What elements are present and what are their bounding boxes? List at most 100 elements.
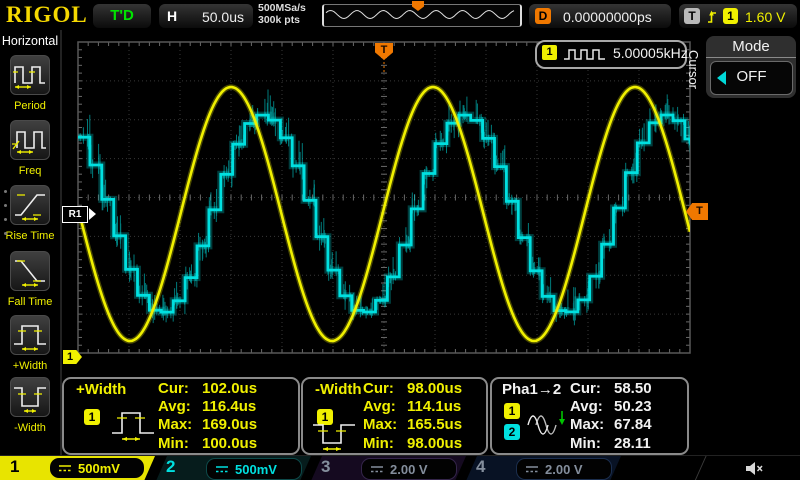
channel-scale: 500mV — [235, 462, 277, 477]
channel-status-bar: 1 500mV 2 500mV 3 — [0, 455, 800, 480]
cursor-tab: Cursor — [686, 50, 701, 89]
measure-key: Avg: — [363, 398, 407, 415]
sample-rate: 500MSa/s — [258, 3, 320, 15]
square-wave-icon — [562, 48, 610, 61]
sidebar-item-neg-width[interactable]: -Width — [0, 377, 60, 434]
dc-coupling-icon — [370, 465, 384, 474]
ref-marker-arrow-icon — [89, 208, 96, 220]
trigger-level-value: 1.60 V — [745, 9, 785, 25]
freq-source-badge: 1 — [542, 45, 557, 60]
dc-coupling-icon — [525, 465, 539, 474]
measure-key: Avg: — [570, 398, 614, 415]
channel-number: 4 — [476, 457, 485, 477]
menu-page-dot — [4, 218, 7, 221]
measure-value: 114.1us — [407, 398, 461, 415]
channel-scale-box: 500mV — [50, 458, 144, 478]
channel-3-button[interactable]: 3 2.00 V — [311, 456, 466, 480]
channel-scale: 2.00 V — [545, 462, 583, 477]
measure-value: 58.50 — [614, 380, 652, 397]
channel-1-button[interactable]: 1 500mV — [0, 456, 155, 480]
measurement-panel-neg-width: -Width 1 Cur:98.00us Avg:114.1us Max:165… — [301, 377, 488, 455]
measure-value: 67.84 — [614, 416, 652, 433]
ch2-badge: 2 — [504, 424, 520, 440]
trigger-status-badge: T'D — [92, 3, 152, 29]
measure-key: Cur: — [363, 380, 407, 397]
neg-width-icon — [10, 377, 50, 417]
ch1-badge: 1 — [504, 403, 520, 419]
trigger-badge[interactable]: T 1 1.60 V — [678, 3, 798, 29]
status-bar: RIGOL T'D H 50.0us 500MSa/s 300k pts D 0… — [0, 0, 800, 30]
ch1-badge: 1 — [84, 409, 100, 425]
measure-value: 116.4us — [202, 398, 256, 415]
h-label: H — [167, 8, 177, 24]
channel-scale-box: 2.00 V — [361, 458, 457, 480]
channel-4-button[interactable]: 4 2.00 V — [466, 456, 621, 480]
measure-key: Cur: — [158, 380, 202, 397]
measurement-panel-phase: Pha1→2 1 2 Cur:58.50 Avg:50.23 Max:67.84… — [490, 377, 689, 455]
measure-key: Min: — [363, 435, 407, 452]
menu-title: Horizontal — [0, 34, 60, 48]
fall-time-icon — [10, 251, 50, 291]
mode-title: Mode — [706, 38, 796, 58]
channel-number: 3 — [321, 457, 330, 477]
measure-key: Max: — [363, 416, 407, 433]
measure-value: 165.5us — [407, 416, 462, 433]
menu-page-dot — [4, 190, 7, 193]
sidebar-item-freq[interactable]: Freq — [0, 120, 60, 177]
channel-number: 1 — [10, 457, 19, 477]
mode-value: OFF — [711, 68, 792, 85]
measure-value: 28.11 — [614, 435, 651, 452]
speaker-muted-icon — [744, 460, 764, 477]
channel-2-button[interactable]: 2 500mV — [156, 456, 311, 480]
sidebar-item-label: +Width — [0, 360, 60, 372]
frequency-counter-badge: 1 5.00005kHz — [535, 40, 687, 69]
sidebar-item-fall-time[interactable]: Fall Time — [0, 251, 60, 308]
cursor-mode-panel: Mode OFF — [706, 36, 796, 98]
channel-scale: 500mV — [78, 461, 120, 476]
delay-value: 0.00000000ps — [563, 9, 652, 25]
phase-icon — [526, 405, 570, 443]
measurement-title: +Width — [76, 381, 126, 398]
measure-key: Min: — [158, 435, 202, 452]
channel-scale: 2.00 V — [390, 462, 428, 477]
measurement-title: -Width — [315, 381, 362, 398]
measure-key: Avg: — [158, 398, 202, 415]
delay-badge[interactable]: D 0.00000000ps — [528, 3, 672, 29]
measure-value: 98.00us — [407, 380, 462, 397]
pos-width-icon — [110, 405, 156, 445]
cursor-mode-button[interactable]: OFF — [710, 61, 793, 95]
measure-key: Cur: — [570, 380, 614, 397]
freq-icon — [10, 120, 50, 160]
horizontal-timebase-badge[interactable]: H 50.0us — [158, 3, 254, 29]
menu-page-dot — [4, 232, 7, 235]
measure-key: Max: — [570, 416, 614, 433]
rigol-logo: RIGOL — [6, 2, 88, 28]
ref-waveform-marker[interactable]: R1 — [62, 206, 88, 223]
measurement-title: Pha1→2 — [502, 381, 561, 398]
delay-label: D — [535, 8, 551, 24]
sidebar-item-label: Period — [0, 100, 60, 112]
channel-scale-box: 2.00 V — [516, 458, 612, 480]
sidebar-item-rise-time[interactable]: Rise Time — [0, 185, 60, 242]
measure-key: Max: — [158, 416, 202, 433]
sidebar-item-label: -Width — [0, 422, 60, 434]
timebase-value: 50.0us — [202, 9, 244, 25]
dc-coupling-icon — [215, 465, 229, 474]
neg-width-icon — [311, 419, 357, 453]
oscilloscope-screen: RIGOL T'D H 50.0us 500MSa/s 300k pts D 0… — [0, 0, 800, 480]
rise-time-icon — [10, 185, 50, 225]
sidebar-item-label: Freq — [0, 165, 60, 177]
period-icon — [10, 55, 50, 95]
acquisition-info: 500MSa/s 300k pts — [258, 3, 320, 26]
sidebar-item-label: Fall Time — [0, 296, 60, 308]
rising-edge-icon — [705, 8, 719, 25]
measure-value: 50.23 — [614, 398, 652, 415]
pos-width-icon — [10, 315, 50, 355]
sidebar-item-period[interactable]: Period — [0, 55, 60, 112]
measure-value: 100.0us — [202, 435, 257, 452]
channel-scale-box: 500mV — [206, 458, 302, 480]
trigger-label: T — [684, 8, 700, 24]
horizontal-measure-menu: Horizontal Period Freq — [0, 30, 62, 455]
sidebar-item-pos-width[interactable]: +Width — [0, 315, 60, 372]
dc-coupling-icon — [58, 464, 72, 473]
